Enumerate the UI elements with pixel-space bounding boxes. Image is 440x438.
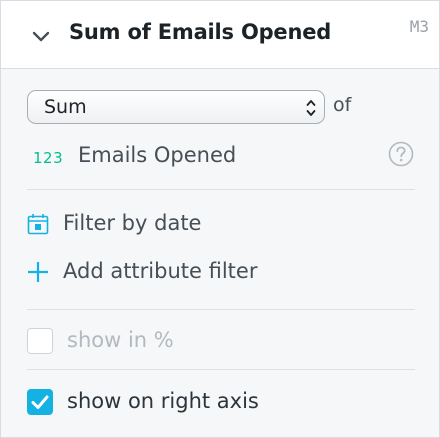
chevron-down-icon[interactable] bbox=[31, 26, 51, 46]
question-circle-icon[interactable] bbox=[388, 141, 414, 167]
filter-by-date-button[interactable]: Filter by date bbox=[63, 211, 201, 235]
measure-name: Emails Opened bbox=[78, 143, 237, 167]
show-in-percent-label: show in % bbox=[67, 328, 174, 352]
measure-title: Sum of Emails Opened bbox=[69, 20, 332, 44]
checkmark-icon bbox=[31, 395, 49, 409]
numeric-type-icon: 123 bbox=[33, 149, 64, 167]
divider bbox=[27, 189, 415, 190]
show-in-percent-checkbox[interactable] bbox=[27, 328, 53, 354]
aggregation-select[interactable]: Sum bbox=[27, 90, 325, 124]
measure-config-body: Sum of 123 Emails Opened Filter by date bbox=[1, 69, 439, 437]
add-attribute-filter-button[interactable]: Add attribute filter bbox=[63, 259, 257, 283]
show-on-right-axis-checkbox[interactable] bbox=[27, 389, 53, 415]
aggregation-select-value: Sum bbox=[44, 96, 87, 118]
measure-panel: Sum of Emails Opened M3 Sum of 123 Email… bbox=[0, 0, 440, 438]
divider bbox=[27, 309, 415, 310]
measure-id-badge: M3 bbox=[409, 17, 429, 36]
of-label: of bbox=[333, 94, 352, 116]
divider bbox=[27, 369, 415, 370]
select-arrows-icon bbox=[306, 100, 316, 116]
show-on-right-axis-label: show on right axis bbox=[67, 389, 259, 413]
calendar-icon bbox=[27, 214, 49, 235]
measure-header[interactable]: Sum of Emails Opened M3 bbox=[1, 1, 439, 69]
plus-icon[interactable] bbox=[27, 261, 49, 283]
